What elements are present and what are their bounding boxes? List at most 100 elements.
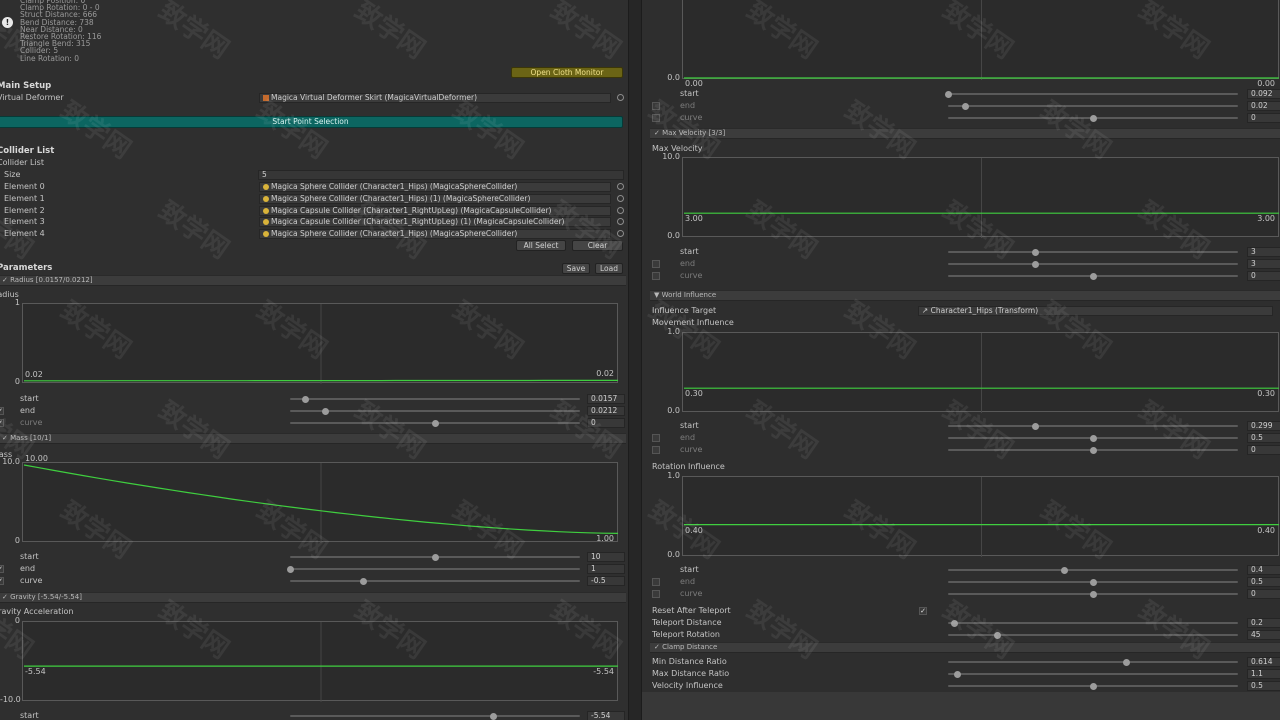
slider-value-input[interactable]: 0.0212 (587, 405, 625, 416)
row-toggle-checkbox[interactable] (652, 113, 660, 122)
movement-influence-curve-editor[interactable] (682, 332, 1279, 413)
collider-element-field[interactable]: Magica Capsule Collider (Character1_Righ… (259, 205, 611, 216)
collider-element-field[interactable]: Magica Sphere Collider (Character1_Hips)… (259, 229, 611, 240)
gravity-curve-editor[interactable] (22, 621, 618, 702)
object-picker-icon[interactable] (617, 94, 624, 101)
slider-track[interactable] (948, 104, 1238, 107)
slider-thumb[interactable] (490, 713, 497, 720)
slider-value-input[interactable]: 0 (587, 417, 625, 428)
influence-target-field[interactable]: ↗ Character1_Hips (Transform) (918, 306, 1273, 316)
reset-after-teleport-checkbox[interactable]: ✓ (919, 607, 927, 615)
object-picker-icon[interactable] (617, 206, 624, 214)
slider-value-input[interactable]: 0.5 (1247, 432, 1280, 443)
row-toggle-checkbox[interactable] (652, 589, 660, 598)
slider-track[interactable] (948, 93, 1238, 95)
mass-foldout-header[interactable]: ✓ Mass [10/1] (0, 433, 626, 444)
slider-thumb[interactable] (1090, 434, 1097, 442)
slider-value-input[interactable]: 0.02 (1247, 100, 1280, 111)
row-toggle-checkbox[interactable]: ✓ (0, 418, 4, 427)
slider-track[interactable] (948, 634, 1238, 636)
checkmark-icon[interactable]: ✓ (2, 434, 10, 442)
row-toggle-checkbox[interactable] (652, 101, 660, 110)
foldout-arrow-icon[interactable]: ▼ (654, 291, 662, 299)
object-picker-icon[interactable] (617, 194, 624, 202)
teleport-distance-input[interactable]: 0.2 (1247, 618, 1280, 628)
slider-track[interactable] (290, 409, 580, 412)
row-toggle-checkbox[interactable] (652, 433, 660, 442)
slider-thumb[interactable] (945, 91, 952, 98)
rotation-influence-curve-editor[interactable] (682, 476, 1279, 557)
checkmark-icon[interactable]: ✓ (2, 593, 10, 601)
max-velocity-foldout-header[interactable]: ✓ Max Velocity [3/3] (650, 128, 1280, 139)
slider-thumb[interactable] (953, 670, 961, 678)
slider-value-input[interactable]: 0.0157 (587, 394, 625, 404)
radius-curve-editor[interactable] (22, 303, 618, 384)
row-toggle-checkbox[interactable] (652, 577, 660, 586)
slider-thumb[interactable] (1090, 590, 1097, 598)
clamp-row-input[interactable]: 0.5 (1247, 680, 1280, 691)
slider-track[interactable] (290, 567, 580, 570)
collider-element-field[interactable]: Magica Capsule Collider (Character1_Righ… (259, 217, 611, 228)
collider-list-foldout[interactable]: Collider List (0, 158, 44, 168)
slider-track[interactable] (948, 622, 1238, 624)
slider-track[interactable] (948, 262, 1238, 265)
slider-thumb[interactable] (1032, 260, 1039, 268)
collider-element-field[interactable]: Magica Sphere Collider (Character1_Hips)… (259, 182, 611, 192)
world-influence-foldout-header[interactable]: ▼ World Influence (650, 290, 1280, 301)
slider-thumb[interactable] (1032, 249, 1039, 256)
slider-thumb[interactable] (287, 565, 294, 573)
slider-track[interactable] (948, 661, 1238, 663)
checkmark-icon[interactable]: ✓ (654, 129, 662, 137)
slider-value-input[interactable]: -0.5 (587, 575, 625, 586)
row-toggle-checkbox[interactable] (652, 259, 660, 268)
slider-thumb[interactable] (359, 577, 367, 585)
panel-splitter[interactable] (628, 0, 642, 720)
slider-track[interactable] (948, 251, 1238, 253)
slider-value-input[interactable]: 0.299 (1247, 421, 1280, 431)
slider-thumb[interactable] (1090, 272, 1097, 280)
row-toggle-checkbox[interactable]: ✓ (0, 406, 4, 415)
slider-thumb[interactable] (321, 407, 329, 415)
slider-value-input[interactable]: 0 (1247, 588, 1280, 599)
save-button[interactable]: Save (562, 263, 590, 274)
collider-element-field[interactable]: Magica Sphere Collider (Character1_Hips)… (259, 193, 611, 204)
mass-curve-editor[interactable] (22, 462, 619, 543)
virtual-deformer-field[interactable]: Magica Virtual Deformer Skirt (MagicaVir… (259, 93, 611, 103)
slider-thumb[interactable] (432, 419, 439, 427)
slider-thumb[interactable] (1123, 659, 1131, 666)
slider-thumb[interactable] (1090, 114, 1097, 122)
slider-thumb[interactable] (1090, 446, 1097, 454)
slider-track[interactable] (948, 425, 1238, 427)
load-button[interactable]: Load (595, 263, 623, 274)
object-picker-icon[interactable] (617, 230, 624, 238)
slider-value-input[interactable]: 0 (1247, 112, 1280, 123)
radius-foldout-header[interactable]: ✓ Radius [0.0157/0.0212] (0, 275, 626, 286)
slider-thumb[interactable] (1061, 567, 1068, 574)
row-toggle-checkbox[interactable]: ✓ (0, 576, 4, 585)
start-point-selection-button[interactable]: Start Point Selection (0, 116, 623, 128)
row-toggle-checkbox[interactable] (652, 271, 660, 280)
top-right-curve-editor[interactable] (682, 0, 1279, 80)
slider-thumb[interactable] (950, 620, 958, 627)
slider-thumb[interactable] (1090, 578, 1097, 586)
slider-thumb[interactable] (994, 632, 1002, 639)
slider-value-input[interactable]: 3 (1247, 258, 1280, 269)
slider-value-input[interactable]: 0.4 (1247, 565, 1280, 575)
slider-track[interactable] (948, 569, 1238, 571)
slider-track[interactable] (290, 715, 580, 717)
slider-value-input[interactable]: 10 (587, 552, 625, 562)
gravity-foldout-header[interactable]: ✓ Gravity [-5.54/-5.54] (0, 592, 626, 603)
object-picker-icon[interactable] (617, 218, 624, 226)
row-toggle-checkbox[interactable] (652, 445, 660, 454)
collider-size-input[interactable]: 5 (258, 170, 624, 180)
slider-value-input[interactable]: -5.54 (587, 711, 625, 720)
object-picker-icon[interactable] (617, 183, 624, 190)
slider-value-input[interactable]: 0.092 (1247, 89, 1280, 99)
slider-thumb[interactable] (301, 396, 309, 403)
slider-thumb[interactable] (432, 554, 439, 561)
clamp-distance-foldout-header[interactable]: ✓ Clamp Distance (650, 642, 1280, 653)
slider-track[interactable] (290, 579, 580, 582)
slider-value-input[interactable]: 1 (587, 563, 625, 574)
slider-thumb[interactable] (1032, 423, 1039, 430)
slider-value-input[interactable]: 0 (1247, 444, 1280, 455)
